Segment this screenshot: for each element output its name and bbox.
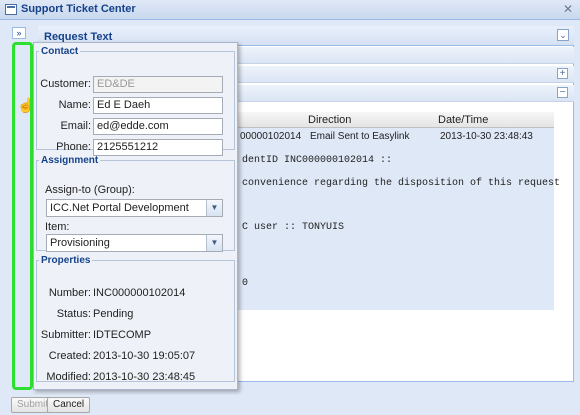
item-label: Item: xyxy=(45,221,70,233)
window-icon xyxy=(5,4,17,15)
assignment-fieldset: Assignment Assign-to (Group): ICC.Net Po… xyxy=(36,155,235,252)
message-line: C user :: TONYUIS xyxy=(242,222,345,233)
submitter-value: IDTECOMP xyxy=(93,329,152,341)
submitter-label: Submitter: xyxy=(40,329,91,341)
assignment-legend: Assignment xyxy=(41,155,99,166)
cancel-button[interactable]: Cancel xyxy=(47,397,91,413)
status-label: Status: xyxy=(56,308,91,320)
contact-legend: Contact xyxy=(41,46,79,57)
chevron-down-icon[interactable]: ▼ xyxy=(206,235,222,251)
ticket-details-flyout: Contact Customer: ED&DE Name: Ed E Daeh … xyxy=(33,42,238,390)
window-footer: Submit Cancel xyxy=(0,395,580,415)
email-label: Email: xyxy=(60,120,91,132)
modified-value: 2013-10-30 23:48:45 xyxy=(93,371,196,383)
history-grid-header: Direction Date/Time xyxy=(236,112,554,128)
item-select[interactable]: Provisioning ▼ xyxy=(46,234,223,252)
customer-label: Customer: xyxy=(40,78,91,90)
row-id: 00000102014 xyxy=(240,131,302,142)
assign-to-value: ICC.Net Portal Development xyxy=(50,202,189,214)
hand-pointer-icon: ☝ xyxy=(17,97,35,113)
number-value: INC000000102014 xyxy=(93,287,186,299)
properties-fieldset: Properties Number: INC000000102014 Statu… xyxy=(36,255,235,383)
email-field[interactable]: ed@edde.com xyxy=(93,118,223,135)
assign-to-select[interactable]: ICC.Net Portal Development ▼ xyxy=(46,199,223,217)
assign-to-label: Assign-to (Group): xyxy=(45,184,135,196)
close-icon[interactable]: ✕ xyxy=(561,3,575,17)
expand-panel-button[interactable]: » xyxy=(12,27,26,39)
name-field[interactable]: Ed E Daeh xyxy=(93,97,223,114)
chevron-down-icon[interactable]: ▼ xyxy=(206,200,222,216)
modified-label: Modified: xyxy=(46,371,91,383)
highlight-outline xyxy=(12,42,33,390)
window-titlebar: Support Ticket Center ✕ xyxy=(0,0,580,20)
expand-plus-icon[interactable]: + xyxy=(557,68,568,79)
collapse-minus-icon[interactable]: − xyxy=(557,87,568,98)
column-header-direction[interactable]: Direction xyxy=(308,114,351,126)
window-title: Support Ticket Center xyxy=(21,3,136,15)
contact-fieldset: Contact Customer: ED&DE Name: Ed E Daeh … xyxy=(36,46,235,156)
properties-legend: Properties xyxy=(41,255,91,266)
name-label: Name: xyxy=(58,99,91,111)
item-value: Provisioning xyxy=(50,237,110,249)
status-value: Pending xyxy=(93,308,134,320)
message-line: convenience regarding the disposition of… xyxy=(242,178,561,189)
number-label: Number: xyxy=(48,287,91,299)
created-label: Created: xyxy=(48,350,91,362)
message-line: 0 xyxy=(242,278,249,289)
phone-field[interactable]: 2125551212 xyxy=(93,139,223,156)
row-direction: Email Sent to Easylink xyxy=(310,131,410,142)
phone-label: Phone: xyxy=(56,141,91,153)
collapse-icon[interactable]: ⌄ xyxy=(557,29,569,41)
column-header-datetime[interactable]: Date/Time xyxy=(438,114,488,126)
message-line: dentID INC000000102014 :: xyxy=(242,155,393,166)
row-datetime: 2013-10-30 23:48:43 xyxy=(440,131,533,142)
created-value: 2013-10-30 19:05:07 xyxy=(93,350,196,362)
customer-field: ED&DE xyxy=(93,76,223,93)
